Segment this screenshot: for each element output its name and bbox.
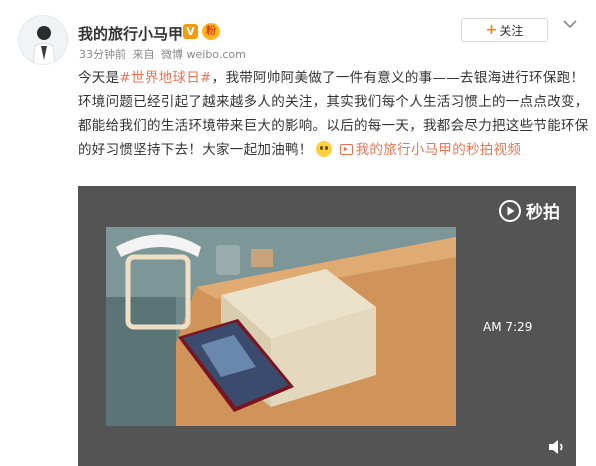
post-meta: 33分钟前 来自 微博 weibo.com (79, 46, 249, 62)
miaopai-logo: 秒拍 (498, 198, 560, 223)
verified-badge: V (183, 24, 198, 39)
follow-button[interactable]: + 关注 (461, 18, 548, 42)
miaopai-brand-text: 秒拍 (526, 203, 560, 223)
plus-icon: + (485, 22, 498, 38)
fan-badge[interactable]: 粉 (202, 23, 220, 40)
author-name[interactable]: 我的旅行小马甲 (78, 23, 183, 44)
miaopai-logo-icon (499, 199, 521, 222)
video-link-icon (339, 144, 353, 155)
post-text: 今天是#世界地球日#，我带阿帅阿美做了一件有意义的事——去银海进行环保跑！环境问… (78, 66, 594, 162)
chevron-down-icon[interactable] (562, 17, 578, 31)
post-time[interactable]: 33分钟前 (79, 48, 126, 61)
video-player[interactable]: 秒拍 AM 7:29 (78, 186, 576, 466)
follow-label: 关注 (499, 23, 524, 38)
topic-link[interactable]: #世界地球日# (119, 70, 211, 86)
volume-icon[interactable] (548, 439, 566, 455)
avatar[interactable] (18, 15, 68, 65)
video-frame[interactable] (106, 227, 456, 426)
emoji-icon (315, 141, 332, 157)
avatar-image (19, 16, 67, 64)
post-text-intro: 今天是 (78, 70, 120, 86)
phone-time-label: AM 7:29 (483, 320, 533, 334)
source-prefix: 来自 (132, 48, 155, 61)
post-source[interactable]: 微博 weibo.com (161, 48, 246, 61)
video-link[interactable]: 我的旅行小马甲的秒拍视频 (356, 142, 522, 158)
